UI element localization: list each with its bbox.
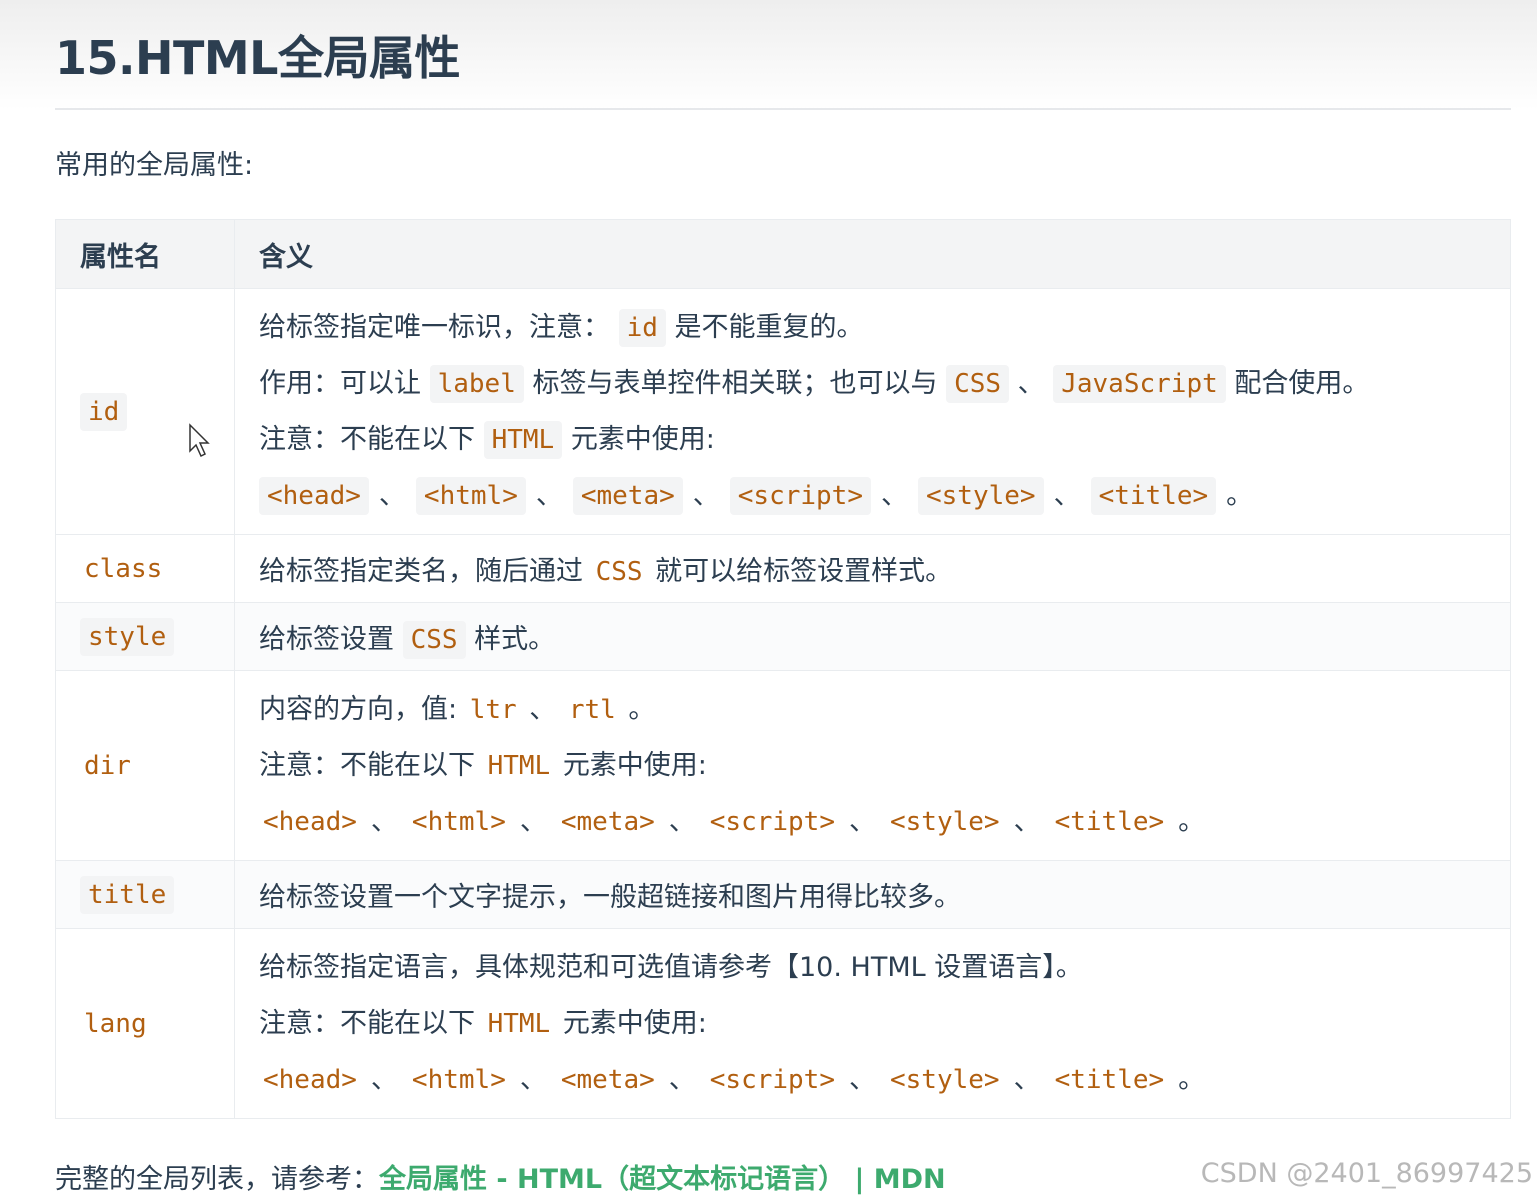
page-title: 15.HTML全局属性: [55, 31, 460, 85]
intro-text: 常用的全局属性:: [55, 150, 254, 181]
tag-code: <script>: [729, 476, 871, 515]
attr-name-class: class: [84, 554, 163, 584]
inline-code: JavaScript: [1053, 364, 1226, 403]
tag-code: <title>: [1054, 806, 1165, 837]
dir-line-2: 注意：不能在以下 HTML 元素中使用:: [259, 749, 707, 781]
tag-code: <head>: [259, 476, 369, 515]
attr-name-style: style: [80, 618, 175, 656]
inline-code: label: [429, 364, 524, 403]
table-row-class: class 给标签指定类名，随后通过 CSS 就可以给标签设置样式。: [55, 534, 1511, 603]
header-attribute-name: 属性名: [55, 219, 235, 289]
lang-tag-list: <head>、 <html>、 <meta>、 <script>、 <style>、 <t…: [259, 1052, 1486, 1108]
attributes-table: 属性名 含义 id 给标签指定唯一标识，注意： id 是不能重复的。 作用：可以…: [55, 219, 1511, 1119]
tag-code: <style>: [890, 1064, 1000, 1095]
inline-code: HTML: [487, 750, 551, 781]
tag-code: <meta>: [572, 476, 683, 515]
tag-code: <head>: [263, 1064, 357, 1095]
attr-name-id: id: [80, 393, 128, 431]
attr-name-dir: dir: [84, 751, 131, 781]
inline-code: HTML: [483, 420, 563, 459]
id-tag-list: <head>、 <html>、 <meta>、 <script>、 <style>、 <t…: [259, 468, 1486, 524]
tag-code: <script>: [709, 1064, 835, 1095]
inline-code: CSS: [402, 621, 466, 659]
id-line-1: 给标签指定唯一标识，注意： id 是不能重复的。: [259, 300, 1486, 356]
table-header-row: 属性名 含义: [55, 219, 1511, 289]
dir-line-1: 内容的方向，值: ltr 、 rtl 。: [259, 693, 656, 725]
watermark: CSDN @2401_86997425: [1200, 1158, 1533, 1189]
table-row-title: title 给标签设置一个文字提示，一般超链接和图片用得比较多。: [55, 860, 1511, 929]
id-line-2: 作用：可以让 label 标签与表单控件相关联；也可以与 CSS 、 JavaS…: [259, 356, 1486, 412]
id-line-3: 注意：不能在以下 HTML 元素中使用:: [259, 412, 1486, 468]
header-meaning: 含义: [234, 219, 1511, 289]
inline-code: id: [618, 308, 666, 347]
attr-name-lang: lang: [84, 1009, 147, 1039]
title-divider: [55, 108, 1511, 110]
footer-reference: 完整的全局列表，请参考：全局属性 - HTML（超文本标记语言） | MDN: [55, 1164, 946, 1195]
inline-code: rtl: [568, 694, 616, 725]
tag-code: <title>: [1054, 1064, 1165, 1095]
inline-code: CSS: [946, 364, 1010, 403]
inline-code: ltr: [469, 694, 517, 725]
attr-name-title: title: [80, 876, 175, 914]
mdn-link[interactable]: 全局属性 - HTML（超文本标记语言） | MDN: [379, 1164, 946, 1195]
table-row-lang: lang 给标签指定语言，具体规范和可选值请参考【10. HTML 设置语言】。…: [55, 928, 1511, 1119]
table-row-style: style 给标签设置 CSS 样式。: [55, 602, 1511, 671]
inline-code: CSS: [595, 557, 643, 587]
dir-tag-list: <head>、 <html>、 <meta>、 <script>、 <style>、 <t…: [259, 794, 1486, 850]
tag-code: <style>: [890, 806, 1000, 837]
tag-code: <meta>: [560, 806, 655, 837]
lang-line-1: 给标签指定语言，具体规范和可选值请参考【10. HTML 设置语言】。: [259, 951, 1083, 983]
tag-code: <html>: [411, 1064, 506, 1095]
tag-code: <meta>: [560, 1064, 655, 1095]
tag-code: <html>: [411, 806, 506, 837]
tag-code: <html>: [415, 476, 526, 515]
tag-code: <head>: [263, 806, 357, 837]
tag-code: <title>: [1090, 476, 1217, 515]
mouse-pointer-icon: [188, 423, 212, 463]
tag-code: <script>: [709, 806, 835, 837]
inline-code: HTML: [487, 1008, 551, 1039]
table-row-dir: dir 内容的方向，值: ltr 、 rtl 。 注意：不能在以下 HTML 元…: [55, 670, 1511, 861]
tag-code: <style>: [918, 476, 1044, 515]
lang-line-2: 注意：不能在以下 HTML 元素中使用:: [259, 1007, 707, 1039]
table-row-id: id 给标签指定唯一标识，注意： id 是不能重复的。 作用：可以让 label…: [55, 288, 1511, 535]
